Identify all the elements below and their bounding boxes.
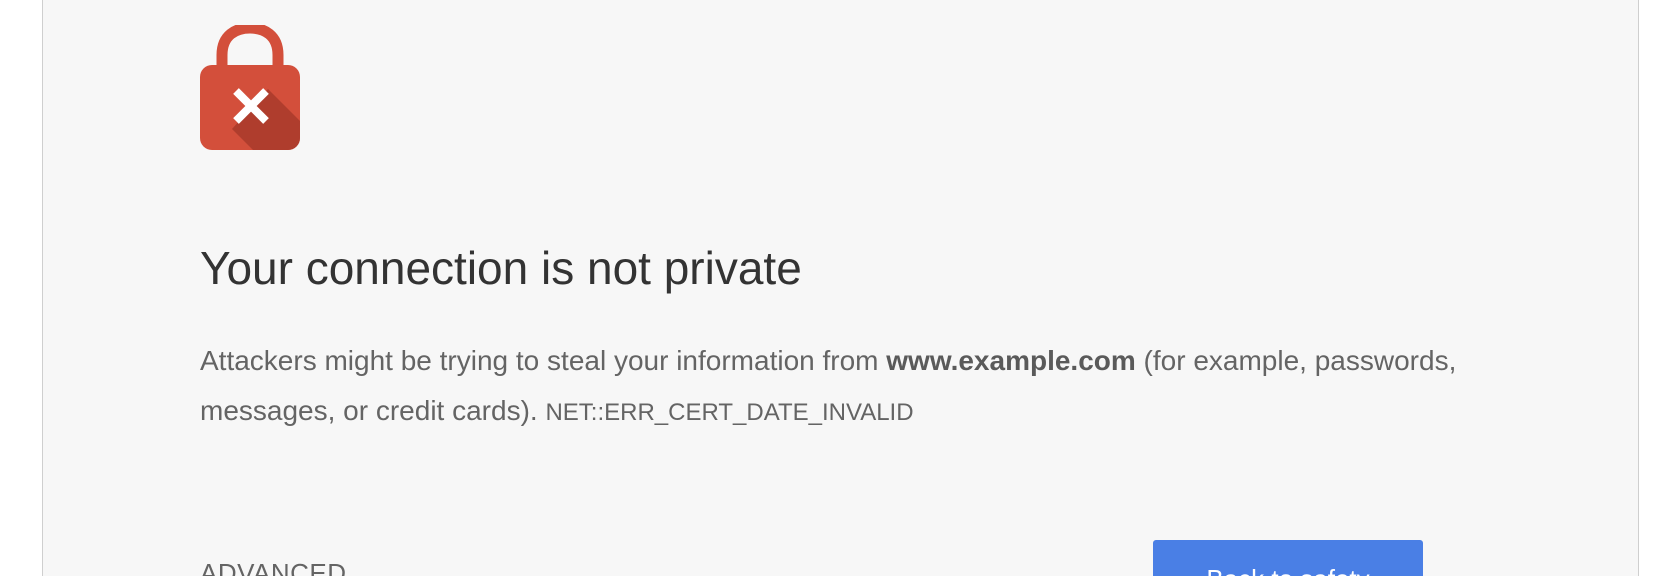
lock-error-icon <box>200 25 300 150</box>
interstitial-page: Your connection is not private Attackers… <box>42 0 1639 576</box>
page-title: Your connection is not private <box>200 242 802 294</box>
message-prefix: Attackers might be trying to steal your … <box>200 345 887 376</box>
site-domain: www.example.com <box>886 345 1136 376</box>
error-message: Attackers might be trying to steal your … <box>200 336 1500 438</box>
advanced-button[interactable]: ADVANCED <box>200 557 347 576</box>
back-to-safety-button[interactable]: Back to safety <box>1153 540 1423 576</box>
error-code: NET::ERR_CERT_DATE_INVALID <box>545 399 914 426</box>
